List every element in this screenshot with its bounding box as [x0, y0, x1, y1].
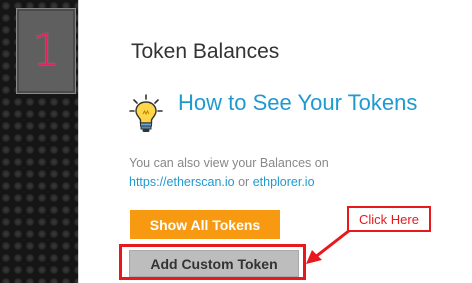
lightbulb-icon — [129, 94, 163, 132]
info-or: or — [234, 175, 253, 189]
section-title: Token Balances — [131, 40, 280, 63]
info-text: You can also view your Balances on https… — [129, 154, 429, 192]
howto-heading: How to See Your Tokens — [178, 90, 418, 115]
step-badge: 1 — [16, 8, 76, 94]
ethplorer-link[interactable]: ethplorer.io — [253, 175, 315, 189]
info-prefix: You can also view your Balances on — [129, 156, 329, 170]
add-custom-token-button[interactable]: Add Custom Token — [129, 250, 299, 277]
click-here-callout: Click Here — [347, 206, 431, 232]
arrow-icon — [306, 228, 352, 264]
step-number: 1 — [32, 25, 60, 76]
show-all-tokens-button[interactable]: Show All Tokens — [130, 210, 280, 239]
etherscan-link[interactable]: https://etherscan.io — [129, 175, 235, 189]
